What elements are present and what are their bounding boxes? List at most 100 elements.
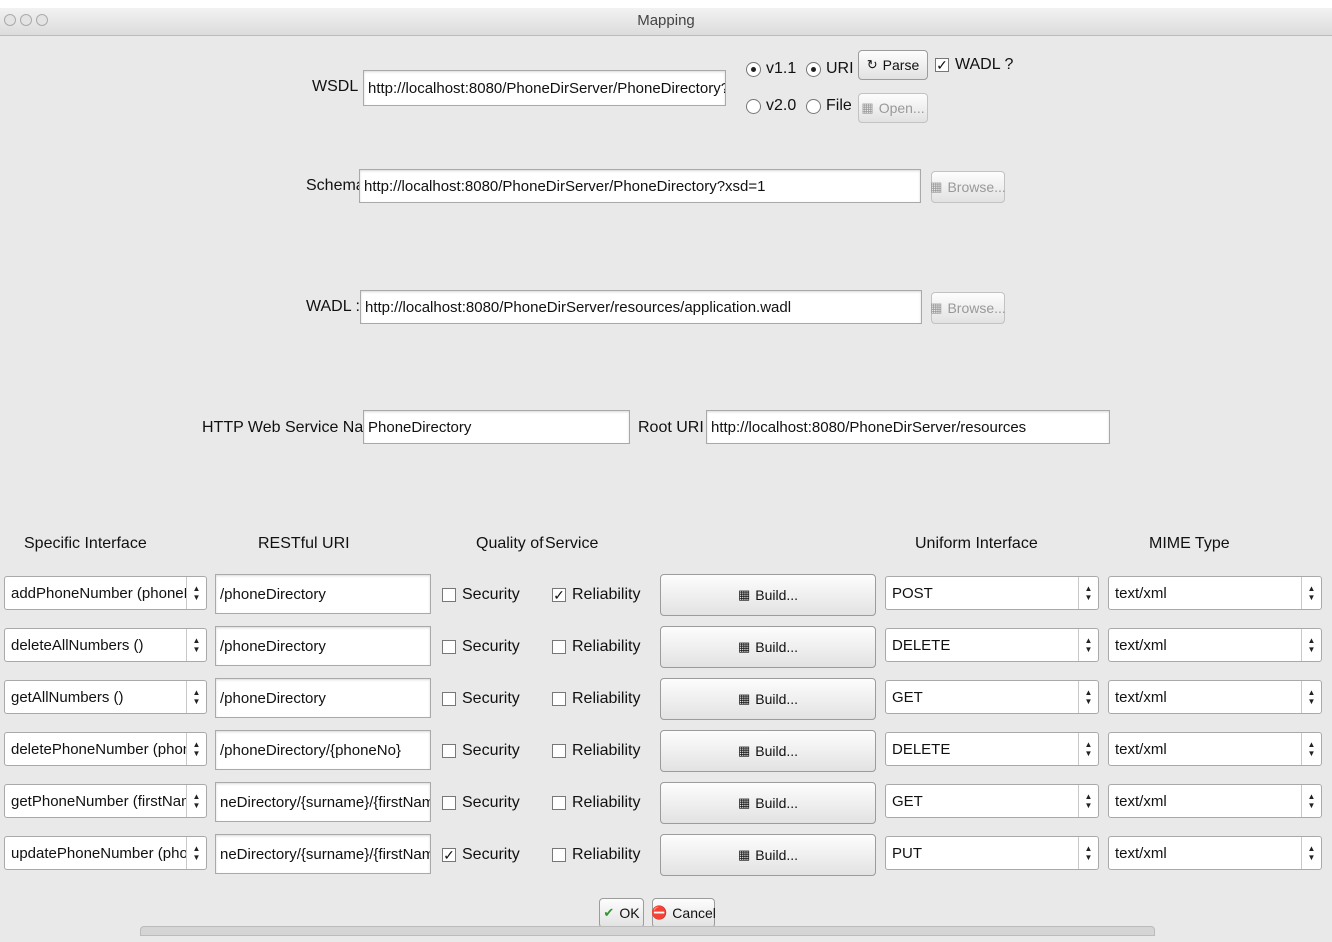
wsdl-source-file-radio[interactable]: File — [806, 97, 852, 115]
security-checkbox[interactable]: Security — [442, 742, 520, 760]
stepper-arrows-icon: ▲ ▼ — [1301, 577, 1321, 609]
specific-interface-select[interactable]: deleteAllNumbers () ▲ ▼ — [4, 628, 207, 662]
mime-type-select[interactable]: text/xml ▲ ▼ — [1108, 784, 1322, 818]
security-label: Security — [462, 586, 520, 603]
reliability-checkbox[interactable]: Reliability — [552, 794, 640, 812]
mime-type-select[interactable]: text/xml ▲ ▼ — [1108, 628, 1322, 662]
uniform-interface-select[interactable]: DELETE ▲ ▼ — [885, 732, 1099, 766]
reliability-checkbox[interactable]: Reliability — [552, 690, 640, 708]
header-specific-interface: Specific Interface — [24, 535, 147, 552]
restful-uri-field[interactable]: /phoneDirectory — [215, 678, 431, 718]
stepper-arrows-icon: ▲ ▼ — [186, 629, 206, 661]
wsdl-version-v20-radio[interactable]: v2.0 — [746, 97, 796, 115]
reliability-checkbox[interactable]: Reliability — [552, 638, 640, 656]
reliability-checkbox[interactable]: ✓ Reliability — [552, 586, 640, 604]
build-button-label: Build... — [755, 743, 799, 759]
refresh-icon: ↻ — [866, 57, 878, 72]
uniform-interface-select[interactable]: GET ▲ ▼ — [885, 680, 1099, 714]
restful-uri-field[interactable]: neDirectory/{surname}/{firstName} — [215, 834, 431, 874]
wadl-browse-label: Browse... — [947, 300, 1006, 316]
mime-type-select[interactable]: text/xml ▲ ▼ — [1108, 836, 1322, 870]
security-label: Security — [462, 638, 520, 655]
build-button[interactable]: ▦ Build... — [660, 834, 876, 876]
service-name-field[interactable]: PhoneDirectory — [363, 410, 630, 444]
mime-type-select[interactable]: text/xml ▲ ▼ — [1108, 680, 1322, 714]
checkbox-icon — [442, 588, 456, 602]
stepper-arrows-icon: ▲ ▼ — [1078, 577, 1098, 609]
checkbox-icon — [552, 744, 566, 758]
uniform-interface-select[interactable]: PUT ▲ ▼ — [885, 836, 1099, 870]
header-uniform-interface: Uniform Interface — [915, 535, 1038, 552]
stepper-arrows-icon: ▲ ▼ — [1301, 837, 1321, 869]
wadl-browse-button[interactable]: ▦ Browse... — [930, 292, 1006, 324]
wsdl-url-field[interactable]: http://localhost:8080/PhoneDirServer/Pho… — [363, 70, 726, 106]
wsdl-version-v11-radio[interactable]: v1.1 — [746, 60, 796, 78]
uniform-interface-value: PUT — [892, 844, 922, 862]
security-checkbox[interactable]: ✓ Security — [442, 846, 520, 864]
restful-uri-field[interactable]: /phoneDirectory — [215, 626, 431, 666]
checkbox-icon: ✓ — [552, 587, 566, 603]
mime-type-select[interactable]: text/xml ▲ ▼ — [1108, 576, 1322, 610]
restful-uri-field[interactable]: neDirectory/{surname}/{firstName} — [215, 782, 431, 822]
specific-interface-select[interactable]: updatePhoneNumber (phon... ▲▼ — [4, 836, 207, 870]
background-window-edge — [140, 926, 1155, 936]
mime-type-value: text/xml — [1115, 636, 1167, 654]
stepper-arrows-icon: ▲ ▼ — [1078, 733, 1098, 765]
root-uri-field[interactable]: http://localhost:8080/PhoneDirServer/res… — [706, 410, 1110, 444]
specific-interface-select[interactable]: deletePhoneNumber (phone... ▲▼ — [4, 732, 207, 766]
security-checkbox[interactable]: Security — [442, 794, 520, 812]
uniform-interface-select[interactable]: POST ▲ ▼ — [885, 576, 1099, 610]
radio-selected-icon — [746, 61, 761, 77]
header-restful-uri: RESTful URI — [258, 535, 350, 552]
check-icon: ✔ — [603, 905, 615, 920]
specific-interface-value: updatePhoneNumber (phon... — [11, 844, 186, 862]
stepper-arrows-icon: ▲ ▼ — [186, 681, 206, 713]
specific-interface-select[interactable]: addPhoneNumber (phoneN... ▲▼ — [4, 576, 207, 610]
cancel-button[interactable]: ⛔ Cancel — [651, 898, 716, 928]
wsdl-source-uri-radio[interactable]: URI — [806, 60, 854, 78]
build-button[interactable]: ▦ Build... — [660, 782, 876, 824]
security-checkbox[interactable]: Security — [442, 638, 520, 656]
uniform-interface-value: DELETE — [892, 636, 951, 654]
radio-unselected-icon — [746, 98, 761, 114]
security-checkbox[interactable]: Security — [442, 586, 520, 604]
build-button[interactable]: ▦ Build... — [660, 574, 876, 616]
ok-button[interactable]: ✔ OK — [599, 898, 644, 928]
security-label: Security — [462, 690, 520, 707]
restful-uri-field[interactable]: /phoneDirectory/{phoneNo} — [215, 730, 431, 770]
stepper-arrows-icon: ▲ ▼ — [186, 733, 206, 765]
build-button[interactable]: ▦ Build... — [660, 626, 876, 668]
uniform-interface-select[interactable]: DELETE ▲ ▼ — [885, 628, 1099, 662]
restful-uri-field[interactable]: /phoneDirectory — [215, 574, 431, 614]
build-button-label: Build... — [755, 691, 799, 707]
schema-url-field[interactable]: http://localhost:8080/PhoneDirServer/Pho… — [359, 169, 921, 203]
build-button[interactable]: ▦ Build... — [660, 678, 876, 720]
specific-interface-value: deleteAllNumbers () — [11, 636, 144, 654]
specific-interface-value: getPhoneNumber (firstNam... — [11, 792, 186, 810]
security-label: Security — [462, 794, 520, 811]
wsdl-source-uri-label: URI — [826, 60, 854, 77]
checkbox-icon — [552, 848, 566, 862]
build-button-label: Build... — [755, 795, 799, 811]
security-checkbox[interactable]: Security — [442, 690, 520, 708]
wadl-url-field[interactable]: http://localhost:8080/PhoneDirServer/res… — [360, 290, 922, 324]
checkbox-icon — [442, 692, 456, 706]
reliability-checkbox[interactable]: Reliability — [552, 846, 640, 864]
reliability-checkbox[interactable]: Reliability — [552, 742, 640, 760]
reliability-label: Reliability — [572, 690, 641, 707]
specific-interface-select[interactable]: getAllNumbers () ▲ ▼ — [4, 680, 207, 714]
specific-interface-select[interactable]: getPhoneNumber (firstNam... ▲▼ — [4, 784, 207, 818]
wadl-checkbox[interactable]: ✓ WADL ? — [935, 56, 1013, 74]
uniform-interface-select[interactable]: GET ▲ ▼ — [885, 784, 1099, 818]
stepper-arrows-icon: ▲ ▼ — [186, 837, 206, 869]
parse-button[interactable]: ↻ Parse — [858, 50, 928, 80]
wsdl-source-file-label: File — [826, 97, 852, 114]
build-button[interactable]: ▦ Build... — [660, 730, 876, 772]
stepper-arrows-icon: ▲ ▼ — [1301, 733, 1321, 765]
schema-browse-button[interactable]: ▦ Browse... — [930, 171, 1006, 203]
security-label: Security — [462, 742, 520, 759]
cancel-button-label: Cancel — [672, 905, 716, 921]
mime-type-select[interactable]: text/xml ▲ ▼ — [1108, 732, 1322, 766]
open-button[interactable]: ▦ Open... — [858, 93, 928, 123]
uniform-interface-value: POST — [892, 584, 933, 602]
